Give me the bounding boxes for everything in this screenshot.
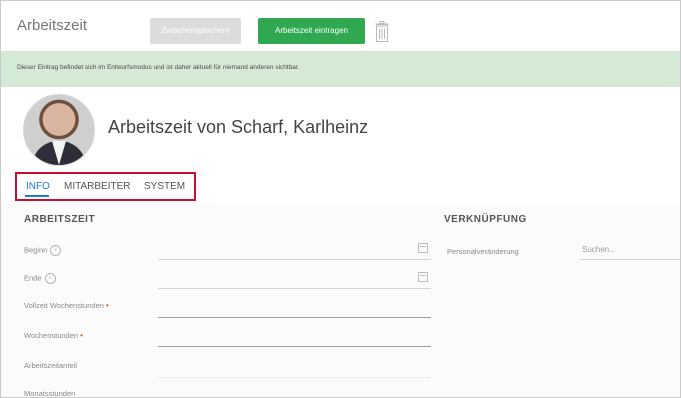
field-label-text: Wochenstunden [24, 331, 79, 340]
section-title-verknuepfung: VERKNÜPFUNG [444, 214, 527, 225]
info-icon[interactable]: i [50, 245, 62, 256]
field-label-text: Vollzeit Wochenstunden [24, 301, 104, 310]
section-title-arbeitszeit: ARBEITSZEIT [24, 214, 96, 225]
tab-bar: INFO MITARBEITER SYSTEM [15, 172, 196, 201]
calendar-icon[interactable] [418, 243, 428, 253]
submit-button[interactable]: Arbeitszeit eintragen [258, 18, 365, 44]
field-label-text: Monatsstunden [24, 389, 76, 398]
save-draft-button[interactable]: Zwischenspeichern [150, 18, 241, 44]
arbeitszeitanteil-field [158, 377, 431, 378]
header-bar: Arbeitszeit Zwischenspeichern Arbeitszei… [1, 1, 680, 52]
field-label-monatsstunden: Monatsstunden [24, 389, 76, 398]
draft-mode-banner: Dieser Eintrag befindet sich im Entwurfs… [1, 51, 680, 87]
field-label-vollzeit-wochenstunden: Vollzeit Wochenstunden • [24, 301, 109, 310]
banner-message: Dieser Eintrag befindet sich im Entwurfs… [17, 64, 300, 71]
field-label-text: Beginn [24, 245, 48, 255]
required-marker: • [106, 301, 109, 310]
field-label-wochenstunden: Wochenstunden • [24, 331, 83, 340]
field-label-ende: Ende i [24, 273, 56, 284]
profile-name: Arbeitszeit von Scharf, Karlheinz [108, 117, 369, 137]
tab-info[interactable]: INFO [26, 181, 50, 192]
avatar [23, 94, 95, 166]
search-input-underline [579, 259, 680, 260]
field-label-text: Ende [24, 273, 42, 283]
active-tab-indicator [25, 195, 49, 197]
wochenstunden-input[interactable] [158, 346, 431, 347]
trash-icon[interactable] [375, 21, 389, 42]
field-label-personalveraenderung: Personalveränderung [447, 247, 519, 256]
personalveraenderung-search-input[interactable]: Suchen... [582, 245, 616, 254]
app-frame: Arbeitszeit Zwischenspeichern Arbeitszei… [0, 0, 681, 398]
page-title: Arbeitszeit [17, 17, 88, 34]
calendar-icon[interactable] [418, 272, 428, 282]
field-label-beginn: Beginn i [24, 245, 62, 256]
tab-system[interactable]: SYSTEM [144, 181, 185, 192]
info-icon[interactable]: i [44, 273, 56, 284]
beginn-input[interactable] [158, 259, 431, 260]
field-label-arbeitszeitanteil: Arbeitszeitanteil [24, 361, 77, 370]
vollzeit-wochenstunden-input[interactable] [158, 317, 431, 318]
tab-mitarbeiter[interactable]: MITARBEITER [64, 181, 130, 192]
required-marker: • [80, 331, 83, 340]
ende-input[interactable] [158, 288, 431, 289]
field-label-text: Arbeitszeitanteil [24, 361, 77, 370]
